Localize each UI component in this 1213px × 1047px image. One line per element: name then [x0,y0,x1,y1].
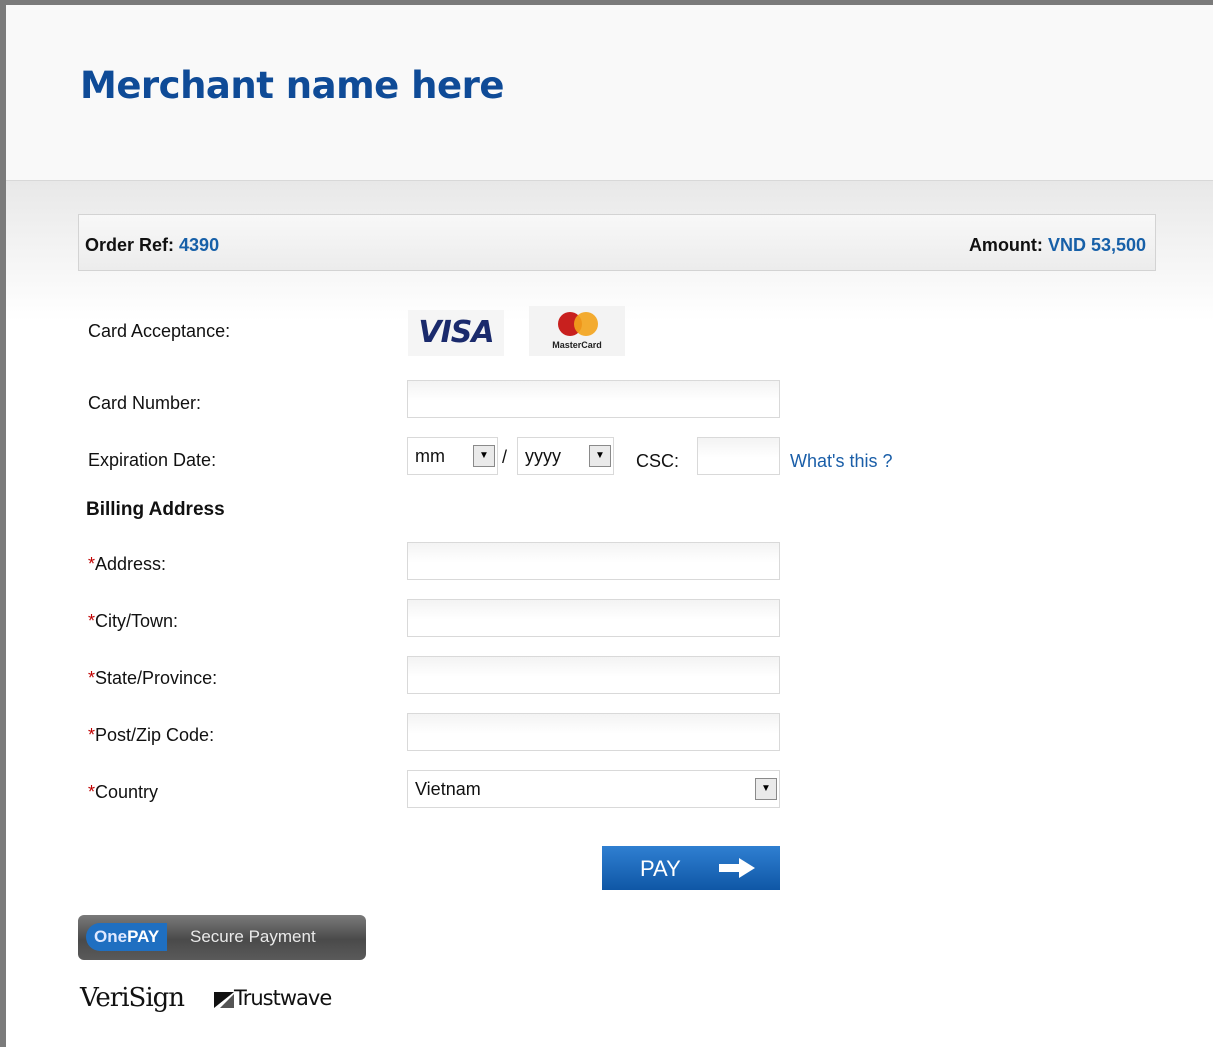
merchant-name: Merchant name here [80,64,504,107]
zip-label-text: Post/Zip Code: [95,725,215,745]
state-input[interactable] [407,656,780,694]
dropdown-arrow-icon[interactable]: ▼ [589,445,611,467]
card-number-label: Card Number: [88,393,202,413]
trustwave-logo: Trustwave [234,986,332,1010]
csc-input[interactable] [697,437,780,475]
expiration-date-label: Expiration Date: [88,450,217,470]
verisign-logo: VeriSign [80,983,185,1013]
state-label-text: State/Province: [95,668,218,688]
card-acceptance-label: Card Acceptance: [88,321,231,341]
date-separator: / [502,447,508,467]
arrow-right-icon [719,858,755,878]
mastercard-logo: MasterCard [529,306,625,356]
country-label-text: Country [95,782,159,802]
mastercard-orange-circle [574,312,598,336]
order-ref: Order Ref: 4390 [85,235,219,256]
zip-input[interactable] [407,713,780,751]
expiry-year-value: yyyy [525,446,561,466]
required-asterisk: * [88,611,96,631]
page-header: Merchant name here [6,5,1213,181]
onepay-pay: PAY [127,927,160,946]
required-asterisk: * [88,668,96,688]
city-label: *City/Town: [88,611,178,632]
required-asterisk: * [88,725,96,745]
onepay-logo: OnePAY [86,923,168,951]
expiry-month-select[interactable]: mm ▼ [407,437,498,475]
state-label: *State/Province: [88,668,217,689]
order-amount: Amount: VND 53,500 [969,235,1146,256]
dropdown-arrow-icon[interactable]: ▼ [755,778,777,800]
onepay-one: One [94,927,128,946]
onepay-secure-badge: OnePAY Secure Payment [78,915,366,960]
city-input[interactable] [407,599,780,637]
expiry-year-select[interactable]: yyyy ▼ [517,437,614,475]
csc-label: CSC: [636,451,680,471]
required-asterisk: * [88,782,96,802]
address-input[interactable] [407,542,780,580]
country-value: Vietnam [415,779,481,799]
expiry-month-value: mm [415,446,445,466]
order-summary-bar: Order Ref: 4390 Amount: VND 53,500 [78,214,1156,271]
dropdown-arrow-icon[interactable]: ▼ [473,445,495,467]
visa-logo: VISA [408,310,504,356]
address-label: *Address: [88,554,166,575]
billing-address-heading: Billing Address [86,499,225,520]
trustwave-logo-icon [214,992,234,1008]
pay-button-label: PAY [640,856,681,881]
mastercard-wordmark: MasterCard [552,340,602,350]
address-label-text: Address: [95,554,167,574]
pay-button[interactable]: PAY [602,846,780,890]
order-ref-value: 4390 [179,235,220,255]
amount-value: VND 53,500 [1047,235,1146,255]
onepay-tagline: Secure Payment [190,927,316,946]
amount-label: Amount: [968,235,1043,255]
order-ref-label: Order Ref: [85,235,175,255]
zip-label: *Post/Zip Code: [88,725,214,746]
required-asterisk: * [88,554,96,574]
city-label-text: City/Town: [95,611,179,631]
card-number-input[interactable] [407,380,780,418]
country-select[interactable]: Vietnam ▼ [407,770,780,808]
country-label: *Country [88,782,158,803]
csc-help-link[interactable]: What's this ? [790,451,892,472]
